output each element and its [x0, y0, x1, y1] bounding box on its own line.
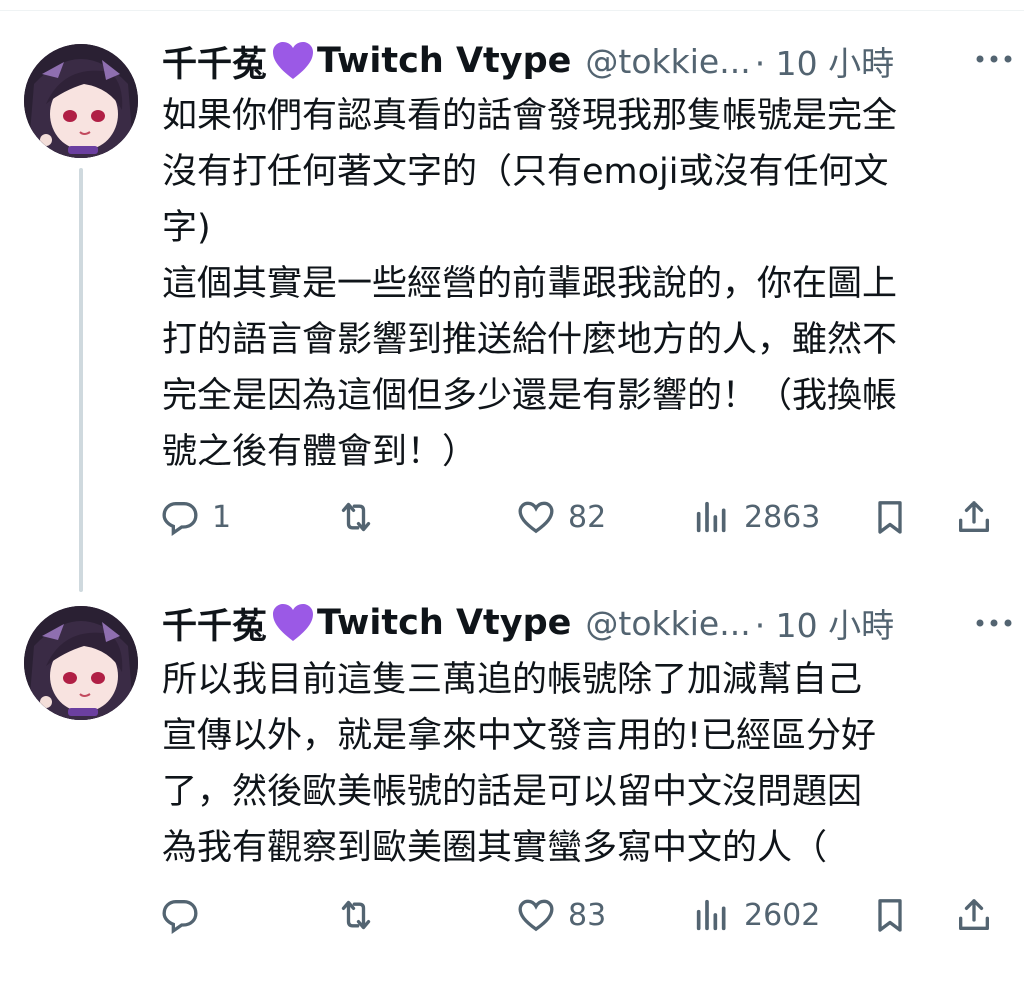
bookmark-icon — [878, 501, 902, 534]
tweet-actions: 1 82 2863 — [160, 492, 1000, 542]
display-name[interactable]: 千千菟 — [162, 598, 267, 649]
view-count: 2602 — [744, 897, 821, 933]
display-name-suffix[interactable]: Twitch Vtype — [317, 41, 571, 81]
retweet-icon — [341, 900, 371, 930]
tweet-text: 所以我目前這隻三萬追的帳號除了加減幫自己 宣傳以外，就是拿來中文發言用的!已經區… — [162, 660, 877, 868]
tweet-header: 千千菟 Twitch Vtype @tokkie... · 10 小時 — [162, 598, 1002, 648]
bookmark-icon — [878, 899, 902, 932]
reply-button[interactable]: 1 — [160, 492, 231, 542]
retweet-button[interactable] — [336, 492, 388, 542]
user-handle[interactable]: @tokkie... — [585, 42, 750, 81]
avatar[interactable] — [24, 606, 138, 720]
views-button[interactable]: 2602 — [692, 890, 820, 940]
share-icon — [959, 899, 989, 930]
tweet-actions: 83 2602 — [160, 890, 1000, 940]
more-icon — [976, 619, 1012, 627]
bookmark-button[interactable] — [870, 890, 910, 940]
user-handle[interactable]: @tokkie... — [585, 604, 750, 643]
like-count: 83 — [568, 897, 607, 933]
purple-heart-icon — [271, 41, 315, 81]
more-button[interactable] — [972, 34, 1016, 84]
like-button[interactable]: 83 — [516, 890, 606, 940]
share-icon — [959, 501, 989, 532]
purple-heart-icon — [271, 603, 315, 643]
reply-count: 1 — [212, 499, 232, 535]
more-button[interactable] — [972, 598, 1016, 648]
view-count: 2863 — [744, 499, 821, 535]
views-button[interactable]: 2863 — [692, 492, 820, 542]
views-icon — [696, 899, 726, 931]
views-icon — [696, 501, 726, 533]
like-icon — [518, 501, 554, 534]
like-count: 82 — [568, 499, 607, 535]
display-name[interactable]: 千千菟 — [162, 36, 267, 87]
timestamp[interactable]: · 10 小時 — [755, 37, 894, 85]
reply-button[interactable] — [160, 890, 212, 940]
top-divider — [0, 0, 1024, 11]
share-button[interactable] — [954, 492, 994, 542]
like-icon — [518, 899, 554, 932]
more-icon — [976, 55, 1012, 63]
share-button[interactable] — [954, 890, 994, 940]
bookmark-button[interactable] — [870, 492, 910, 542]
reply-icon — [162, 900, 198, 935]
tweet-text: 如果你們有認真看的話會發現我那隻帳號是完全 沒有打任何著文字的（只有emoji或… — [162, 96, 898, 472]
retweet-button[interactable] — [336, 890, 388, 940]
display-name-suffix[interactable]: Twitch Vtype — [317, 603, 571, 643]
retweet-icon — [341, 502, 371, 532]
timestamp[interactable]: · 10 小時 — [755, 599, 894, 647]
thread-connector-line — [79, 168, 83, 592]
like-button[interactable]: 82 — [516, 492, 606, 542]
avatar[interactable] — [24, 44, 138, 158]
tweet-header: 千千菟 Twitch Vtype @tokkie... · 10 小時 — [162, 36, 1002, 86]
reply-icon — [162, 502, 198, 537]
